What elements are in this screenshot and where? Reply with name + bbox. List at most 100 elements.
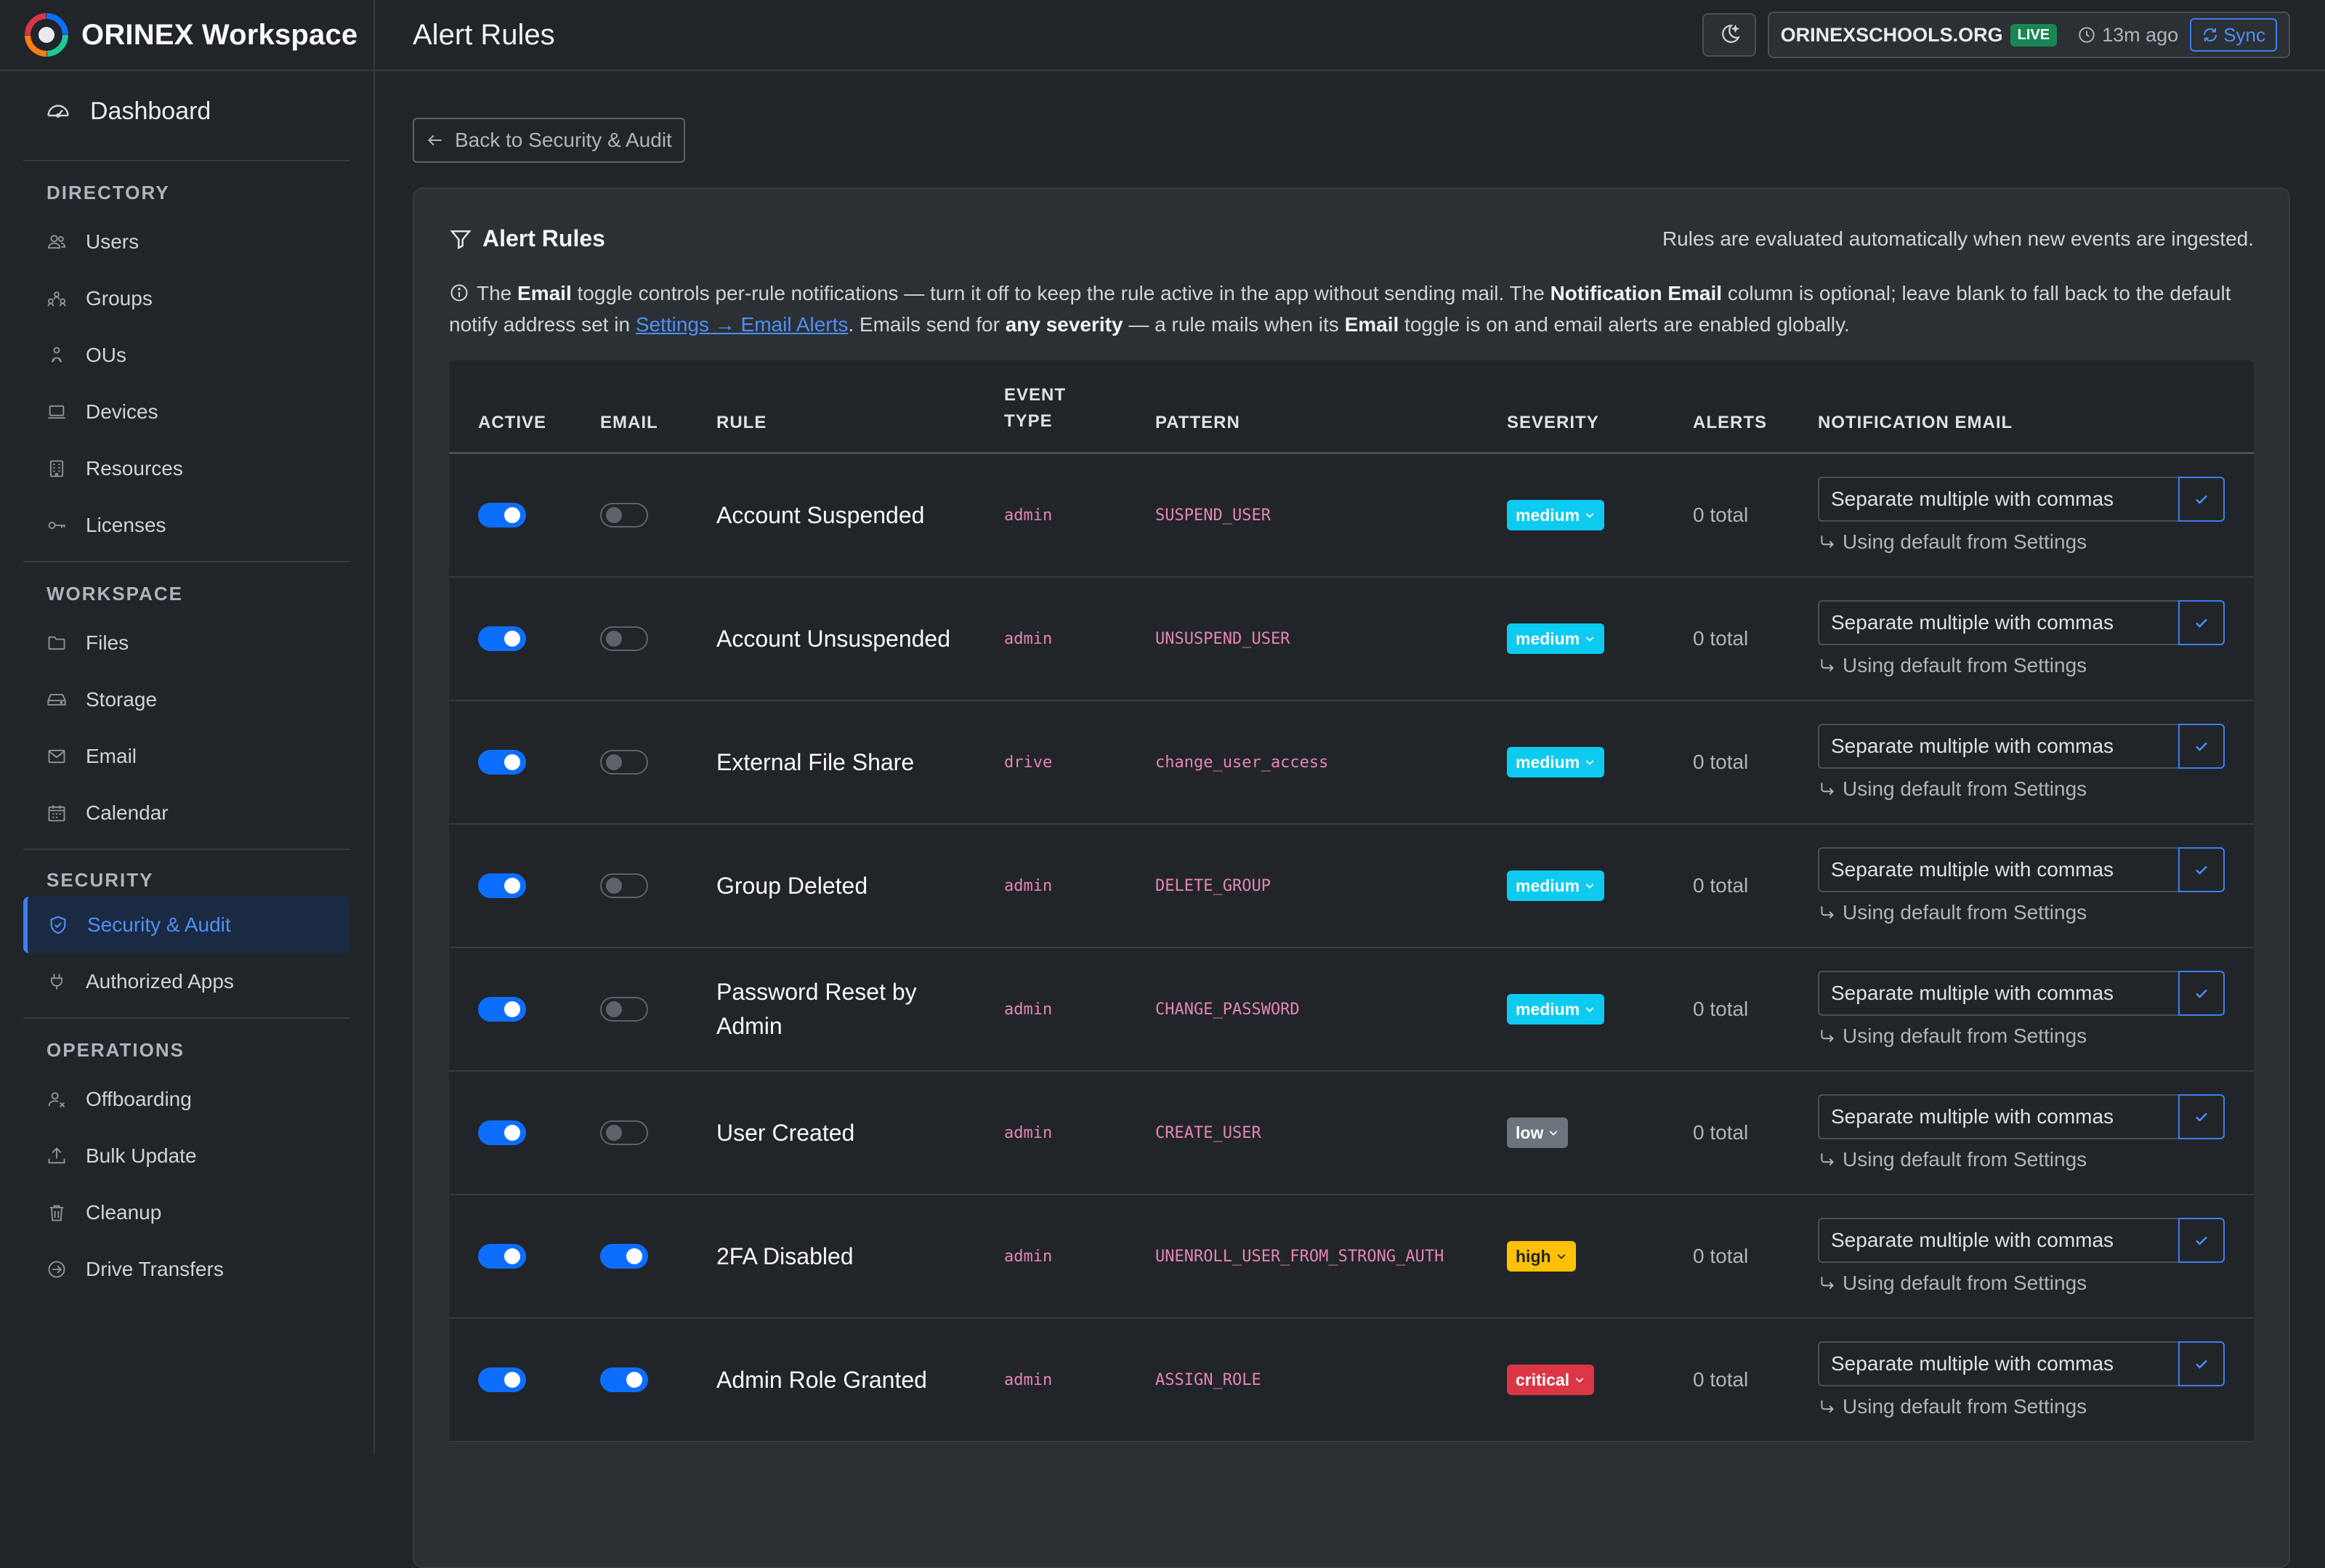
sidebar-item-label: OUs [86, 344, 126, 366]
sidebar-item-users[interactable]: Users [23, 214, 350, 270]
email-toggle[interactable] [600, 1120, 648, 1145]
save-email-button[interactable] [2178, 971, 2225, 1016]
live-badge: LIVE [2010, 23, 2058, 47]
save-email-button[interactable] [2178, 1094, 2225, 1139]
email-hint: Using default from Settings [1818, 1272, 2087, 1295]
org-name: ORINEXSCHOOLS.ORG [1780, 23, 2003, 46]
notification-email-input[interactable] [1818, 1341, 2178, 1386]
active-toggle[interactable] [478, 750, 526, 775]
notification-email-input[interactable] [1818, 971, 2178, 1016]
email-toggle[interactable] [600, 1244, 648, 1269]
severity-label: medium [1516, 752, 1580, 772]
active-toggle[interactable] [478, 626, 526, 651]
main-content: Back to Security & Audit Alert Rules Rul… [375, 71, 2325, 1568]
active-toggle[interactable] [478, 1120, 526, 1145]
sidebar-item-cleanup[interactable]: Cleanup [23, 1184, 350, 1241]
email-hint-text: Using default from Settings [1843, 1025, 2087, 1047]
notification-email-input[interactable] [1818, 600, 2178, 645]
notification-email-input[interactable] [1818, 477, 2178, 522]
sidebar-item-devices[interactable]: Devices [23, 384, 350, 440]
save-email-button[interactable] [2178, 724, 2225, 769]
email-toggle[interactable] [600, 1367, 648, 1392]
save-email-button[interactable] [2178, 600, 2225, 645]
email-toggle[interactable] [600, 750, 648, 775]
email-toggle[interactable] [600, 873, 648, 898]
email-toggle[interactable] [600, 626, 648, 651]
sidebar-item-resources[interactable]: Resources [23, 440, 350, 497]
save-email-button[interactable] [2178, 477, 2225, 522]
theme-toggle-button[interactable] [1702, 13, 1756, 57]
settings-email-alerts-link[interactable]: Settings → Email Alerts [636, 313, 849, 336]
email-toggle[interactable] [600, 503, 648, 528]
email-toggle[interactable] [600, 997, 648, 1022]
col-pattern: PATTERN [1155, 413, 1240, 432]
event-type: admin [1004, 1000, 1053, 1019]
sidebar-item-offboarding[interactable]: Offboarding [23, 1071, 350, 1128]
notification-email-input[interactable] [1818, 1094, 2178, 1139]
sidebar-item-licenses[interactable]: Licenses [23, 497, 350, 554]
chevron-down-icon [1543, 1127, 1559, 1139]
table-row: Group Deleted admin DELETE_GROUP medium … [449, 825, 2254, 948]
rule-name: User Created [716, 1119, 855, 1146]
notification-email-input[interactable] [1818, 847, 2178, 892]
save-email-button[interactable] [2178, 1341, 2225, 1386]
last-sync-time: 13m ago [2077, 24, 2178, 47]
sidebar-item-label: Users [86, 230, 140, 253]
email-hint-text: Using default from Settings [1843, 901, 2087, 924]
sidebar-item-bulk-update[interactable]: Bulk Update [23, 1128, 350, 1184]
rule-name: Group Deleted [716, 872, 868, 899]
table-body: Account Suspended admin SUSPEND_USER med… [449, 454, 2254, 1442]
active-toggle[interactable] [478, 503, 526, 528]
speedometer-icon [45, 98, 71, 124]
toggle-knob [504, 1248, 520, 1264]
sidebar-item-label: Cleanup [86, 1201, 162, 1224]
sidebar-item-groups[interactable]: Groups [23, 270, 350, 327]
save-email-button[interactable] [2178, 847, 2225, 892]
sync-button[interactable]: Sync [2190, 18, 2277, 52]
check-icon [2193, 985, 2210, 1002]
severity-select[interactable]: critical [1507, 1365, 1595, 1395]
sidebar-item-drive-transfers[interactable]: Drive Transfers [23, 1241, 350, 1298]
event-type: admin [1004, 1370, 1053, 1389]
severity-select[interactable]: medium [1507, 623, 1605, 654]
pattern: UNSUSPEND_USER [1155, 629, 1290, 648]
sidebar-item-authorized-apps[interactable]: Authorized Apps [23, 953, 350, 1010]
notification-email-input[interactable] [1818, 1218, 2178, 1263]
sidebar-item-label: Bulk Update [86, 1144, 197, 1167]
arrow-return-right-icon [1818, 533, 1843, 551]
email-hint-text: Using default from Settings [1843, 1395, 2087, 1418]
arrow-return-right-icon [1818, 1397, 1843, 1416]
save-email-button[interactable] [2178, 1218, 2225, 1263]
sidebar-item-security-audit[interactable]: Security & Audit [23, 897, 350, 953]
active-toggle[interactable] [478, 873, 526, 898]
notification-email-input[interactable] [1818, 724, 2178, 769]
table-row: 2FA Disabled admin UNENROLL_USER_FROM_ST… [449, 1195, 2254, 1319]
severity-select[interactable]: low [1507, 1118, 1569, 1148]
sidebar-item-label: Security & Audit [87, 913, 231, 936]
severity-select[interactable]: high [1507, 1241, 1576, 1272]
active-toggle[interactable] [478, 1244, 526, 1269]
back-button[interactable]: Back to Security & Audit [413, 118, 685, 163]
sidebar-item-ous[interactable]: OUs [23, 327, 350, 384]
severity-select[interactable]: medium [1507, 747, 1605, 777]
active-toggle[interactable] [478, 1367, 526, 1392]
event-type: admin [1004, 1247, 1053, 1266]
sidebar-item-storage[interactable]: Storage [23, 671, 350, 728]
event-type: admin [1004, 1123, 1053, 1142]
check-icon [2193, 1232, 2210, 1249]
funnel-icon [449, 227, 472, 251]
sidebar-item-email[interactable]: Email [23, 728, 350, 785]
shield-icon [48, 915, 70, 935]
severity-select[interactable]: medium [1507, 994, 1605, 1025]
table-row: Account Suspended admin SUSPEND_USER med… [449, 454, 2254, 578]
nav-section-operations: OPERATIONS Offboarding Bulk Update Clean… [23, 1017, 350, 1298]
severity-select[interactable]: medium [1507, 870, 1605, 901]
toggle-knob [504, 631, 520, 647]
active-toggle[interactable] [478, 997, 526, 1022]
info-part: toggle is on and email alerts are enable… [1399, 313, 1850, 336]
severity-select[interactable]: medium [1507, 500, 1605, 530]
sidebar-item-calendar[interactable]: Calendar [23, 785, 350, 841]
sidebar-item-dashboard[interactable]: Dashboard [23, 81, 350, 141]
sidebar-item-files[interactable]: Files [23, 615, 350, 671]
brand[interactable]: ORINEX Workspace [0, 0, 373, 71]
